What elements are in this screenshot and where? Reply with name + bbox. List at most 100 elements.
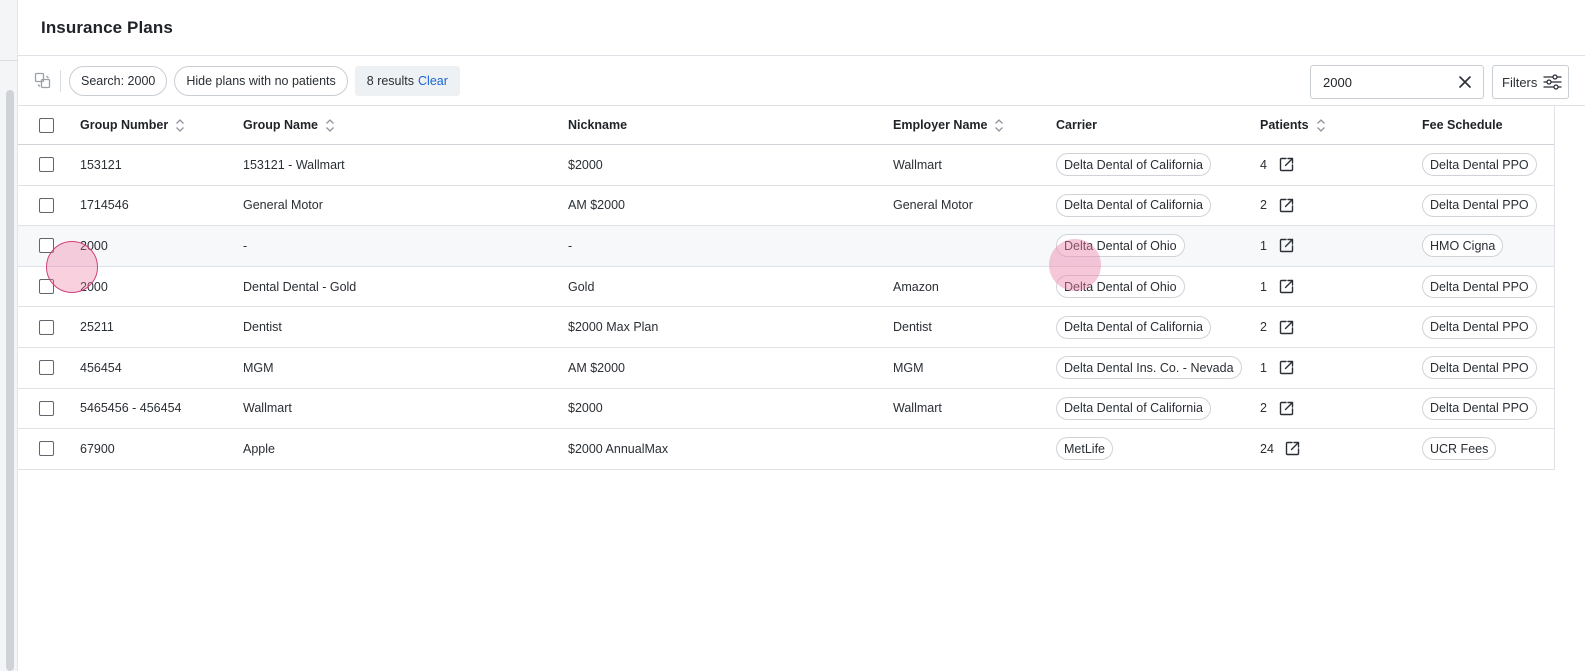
col-carrier: Carrier <box>1056 106 1097 144</box>
fee-schedule-pill: Delta Dental PPO <box>1422 396 1537 420</box>
col-label: Employer Name <box>893 118 988 132</box>
row-checkbox[interactable] <box>39 279 54 295</box>
group-name-cell: Dentist <box>243 320 282 335</box>
row-checkbox[interactable] <box>39 157 54 173</box>
table-row[interactable]: 2000 Dental Dental - Gold Gold Amazon Delta … <box>18 267 1554 308</box>
col-group-number[interactable]: Group Number <box>80 106 185 144</box>
nickname-cell: $2000 AnnualMax <box>568 441 669 456</box>
fee-schedule-pill: Delta Dental PPO <box>1422 356 1537 380</box>
patients-cell: 2 <box>1260 307 1295 347</box>
col-fee-schedule: Fee Schedule <box>1422 106 1503 144</box>
employer-cell: MGM <box>893 360 924 375</box>
row-select-cell <box>39 186 54 226</box>
filters-button[interactable]: Filters <box>1492 65 1569 99</box>
employer-cell: Dentist <box>893 320 932 335</box>
carrier-pill: Delta Dental of Ohio <box>1056 234 1185 258</box>
row-select-cell <box>39 429 54 469</box>
external-link-icon[interactable] <box>1278 278 1295 295</box>
fee-schedule-cell: Delta Dental PPO <box>1422 267 1537 307</box>
table-header-row: Group Number Group Name Nickname Employe… <box>18 106 1554 145</box>
patient-count: 4 <box>1260 157 1267 172</box>
row-select-cell <box>39 348 54 388</box>
patient-count: 2 <box>1260 198 1267 213</box>
patient-count: 1 <box>1260 279 1267 294</box>
carrier-pill: Delta Dental of California <box>1056 315 1211 339</box>
page-title: Insurance Plans <box>41 17 173 37</box>
sort-icon[interactable] <box>175 118 185 133</box>
carrier-cell: Delta Dental of Ohio <box>1056 226 1185 266</box>
col-nickname: Nickname <box>568 106 627 144</box>
col-employer-name[interactable]: Employer Name <box>893 106 1004 144</box>
fee-schedule-cell: Delta Dental PPO <box>1422 389 1537 429</box>
external-link-icon[interactable] <box>1278 319 1295 336</box>
row-checkbox[interactable] <box>39 400 54 416</box>
fee-schedule-cell: HMO Cigna <box>1422 226 1504 266</box>
table-row[interactable]: 153121 153121 - Wallmart $2000 Wallmart Delt… <box>18 145 1554 186</box>
fee-schedule-pill: Delta Dental PPO <box>1422 275 1537 299</box>
employer-cell: Wallmart <box>893 157 942 172</box>
group-name-cell: MGM <box>243 360 274 375</box>
nickname-cell: Gold <box>568 279 595 294</box>
group-number-cell: 25211 <box>80 320 114 335</box>
table-row[interactable]: 1714546 General Motor AM $2000 General Moto… <box>18 186 1554 227</box>
group-number-cell: 2000 <box>80 238 108 253</box>
carrier-cell: Delta Dental Ins. Co. - Nevada <box>1056 348 1242 388</box>
hide-no-patients-chip[interactable]: Hide plans with no patients <box>174 65 348 96</box>
table-row[interactable]: 456454 MGM AM $2000 MGM Delta Dental Ins. Co… <box>18 348 1554 389</box>
table-row[interactable]: 25211 Dentist $2000 Max Plan Dentist Delta D… <box>18 307 1554 348</box>
table-row[interactable]: 67900 Apple $2000 AnnualMax MetLife 24 UCR Fe… <box>18 429 1554 470</box>
select-all-cell <box>39 106 54 144</box>
carrier-cell: Delta Dental of California <box>1056 186 1211 226</box>
search-filter-chip[interactable]: Search: 2000 <box>69 65 168 96</box>
col-group-name[interactable]: Group Name <box>243 106 335 144</box>
group-name-cell: Apple <box>243 441 275 456</box>
external-link-icon[interactable] <box>1284 440 1301 457</box>
select-all-checkbox[interactable] <box>39 117 54 133</box>
row-checkbox[interactable] <box>39 360 54 376</box>
close-icon[interactable] <box>1457 74 1473 90</box>
carrier-cell: Delta Dental of California <box>1056 389 1211 429</box>
table-row[interactable]: 5465456 - 456454 Wallmart $2000 Wallmart Del… <box>18 389 1554 430</box>
toolbar: Search: 2000 Hide plans with no patients… <box>18 56 1585 106</box>
nickname-cell: $2000 <box>568 401 603 416</box>
collapse-panel-icon[interactable] <box>32 71 52 91</box>
patients-cell: 1 <box>1260 226 1295 266</box>
row-select-cell <box>39 226 54 266</box>
fee-schedule-pill: Delta Dental PPO <box>1422 193 1537 217</box>
external-link-icon[interactable] <box>1278 400 1295 417</box>
plans-table: Group Number Group Name Nickname Employe… <box>18 106 1554 470</box>
fee-schedule-pill: HMO Cigna <box>1422 234 1504 258</box>
external-link-icon[interactable] <box>1278 359 1295 376</box>
group-number-cell: 2000 <box>80 279 108 294</box>
carrier-pill: Delta Dental of California <box>1056 396 1211 420</box>
row-checkbox[interactable] <box>39 319 54 335</box>
filters-label: Filters <box>1502 74 1538 90</box>
table-row[interactable]: 2000 - - Delta Dental of Ohio 1 HMO Cigna <box>18 226 1554 267</box>
sort-icon[interactable] <box>1316 118 1326 133</box>
employer-cell: General Motor <box>893 198 973 213</box>
group-number-cell: 456454 <box>80 360 122 375</box>
row-checkbox[interactable] <box>39 441 54 457</box>
col-label: Fee Schedule <box>1422 118 1503 132</box>
nickname-cell: AM $2000 <box>568 360 625 375</box>
carrier-pill: Delta Dental of California <box>1056 193 1211 217</box>
col-label: Group Name <box>243 118 319 132</box>
nickname-cell: - <box>568 238 573 253</box>
col-patients[interactable]: Patients <box>1260 106 1326 144</box>
left-rail <box>0 0 18 671</box>
external-link-icon[interactable] <box>1278 237 1295 254</box>
vertical-scrollbar[interactable] <box>6 90 14 671</box>
row-select-cell <box>39 307 54 347</box>
external-link-icon[interactable] <box>1278 156 1295 173</box>
col-label: Patients <box>1260 118 1309 132</box>
sort-icon[interactable] <box>994 118 1004 133</box>
nickname-cell: $2000 <box>568 157 603 172</box>
employer-cell: Wallmart <box>893 401 942 416</box>
fee-schedule-cell: Delta Dental PPO <box>1422 307 1537 347</box>
search-input[interactable] <box>1323 74 1443 90</box>
clear-results-link[interactable]: Clear <box>418 74 448 88</box>
sort-icon[interactable] <box>325 118 335 133</box>
external-link-icon[interactable] <box>1278 197 1295 214</box>
row-checkbox[interactable] <box>39 238 54 254</box>
row-checkbox[interactable] <box>39 197 54 213</box>
